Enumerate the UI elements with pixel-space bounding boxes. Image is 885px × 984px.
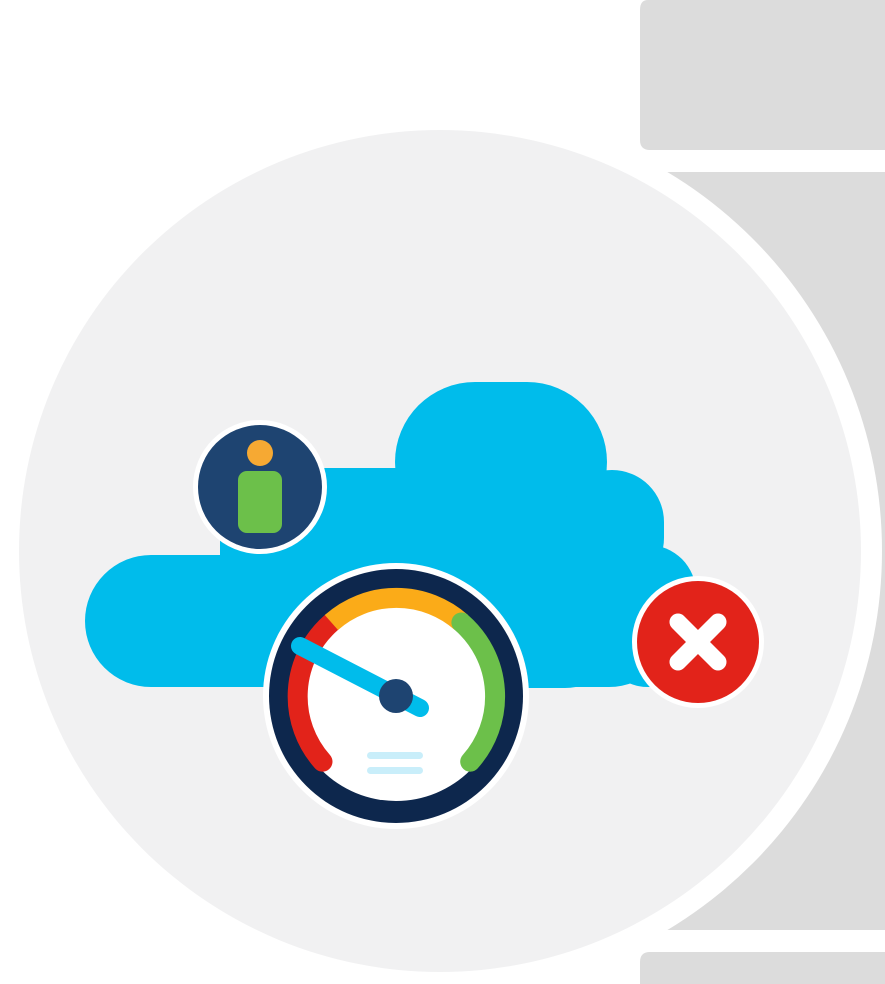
error-badge [632, 576, 764, 708]
panel-top [640, 0, 885, 150]
gauge-readout-line-2 [367, 767, 423, 774]
panel-bottom [640, 952, 885, 984]
gauge-hub [379, 679, 413, 713]
user-info-icon [193, 420, 327, 554]
illustration-svg [0, 0, 885, 984]
speedometer-icon [263, 563, 529, 829]
gauge-readout-line-1 [367, 752, 423, 759]
illustration-canvas [0, 0, 885, 984]
